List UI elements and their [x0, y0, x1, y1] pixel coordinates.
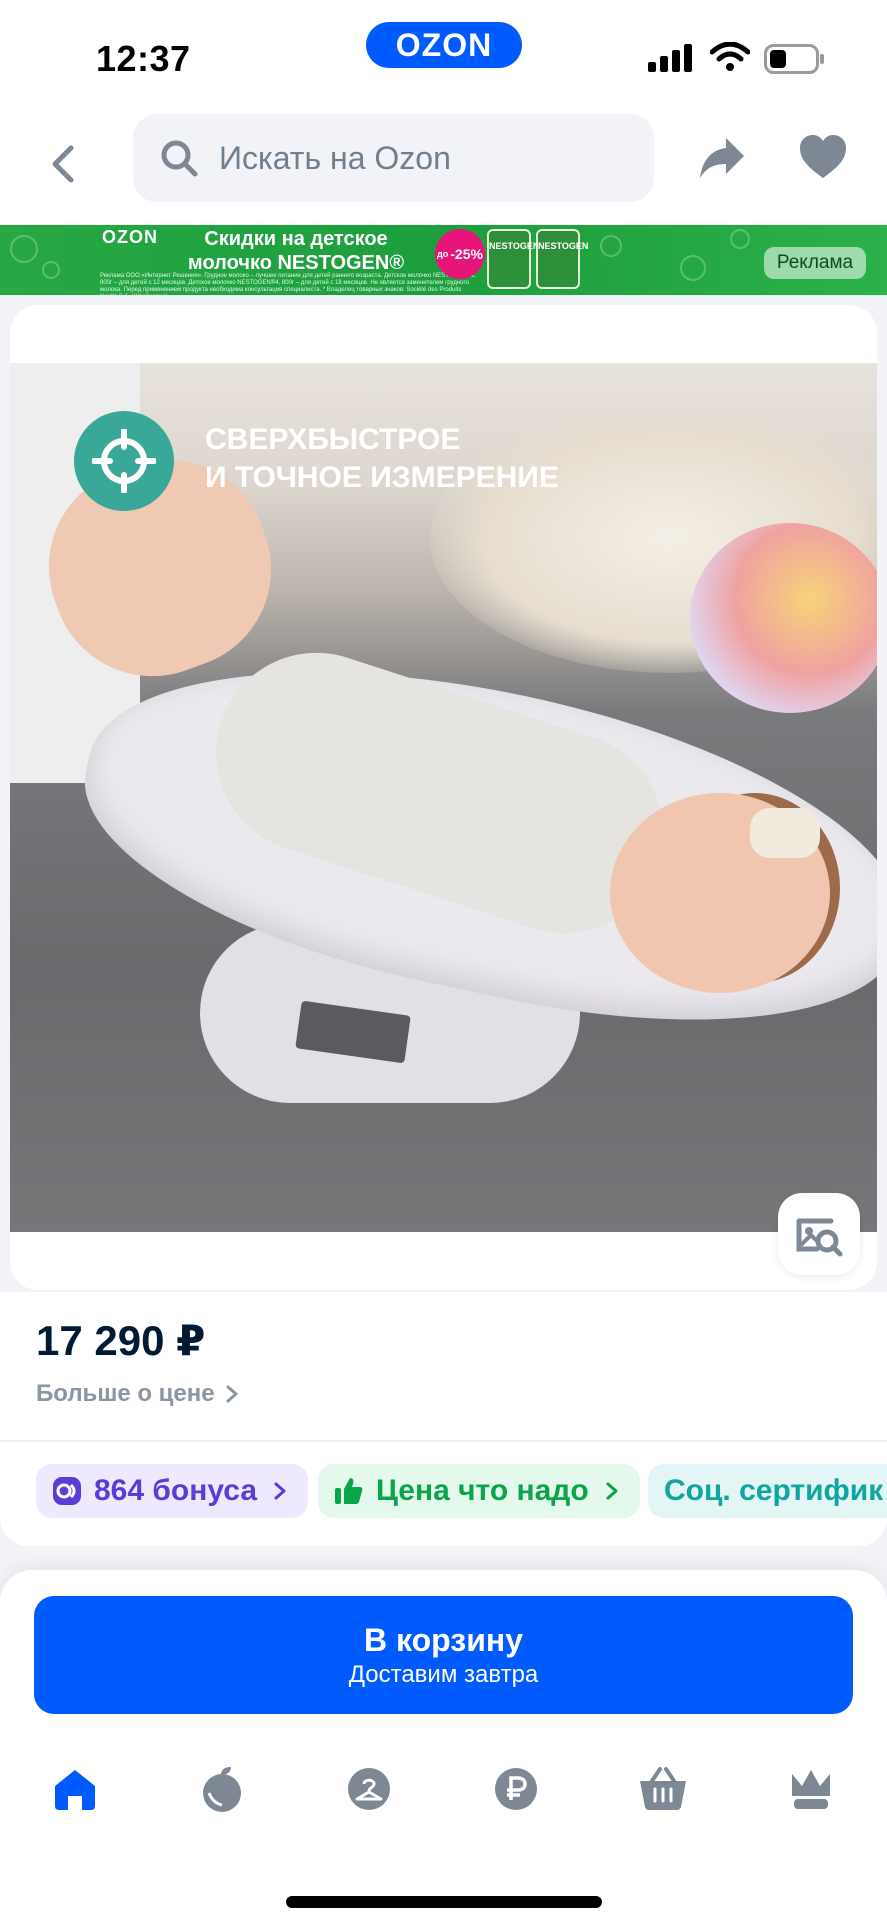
banner-discount-prefix: до — [437, 249, 449, 259]
battery-icon — [764, 44, 824, 74]
social-certificate-chip[interactable]: Соц. сертифик — [648, 1464, 887, 1518]
tab-bar — [0, 1754, 887, 1834]
add-to-cart-button[interactable]: В корзину Доставим завтра — [34, 1596, 853, 1714]
status-time: 12:37 — [96, 38, 191, 79]
decor-circle — [730, 229, 750, 249]
banner-discount-badge: до -25% — [435, 229, 485, 279]
bonus-label: 864 бонуса — [94, 1474, 258, 1507]
price-section: 17 290 ₽ Больше о цене — [0, 1292, 887, 1442]
search-input[interactable] — [219, 139, 639, 177]
feature-caption-line: И ТОЧНОЕ ИЗМЕРЕНИЕ — [205, 461, 559, 494]
feature-caption-line: СВЕРХБЫСТРОЕ — [205, 423, 461, 456]
banner-logo: OZON — [102, 227, 158, 247]
banner-discount-value: -25% — [450, 246, 483, 262]
add-to-cart-label: В корзину — [364, 1622, 523, 1658]
fresh-icon — [203, 1767, 241, 1812]
back-button[interactable] — [38, 134, 88, 194]
search-bar[interactable] — [133, 114, 654, 202]
home-indicator — [286, 1896, 602, 1908]
bottom-panel: В корзину Доставим завтра — [0, 1570, 887, 1920]
banner-title: Скидки на детское молочко NESTOGEN® — [187, 228, 405, 274]
price-details-link[interactable]: Больше о цене — [36, 1380, 239, 1408]
tab-catalog[interactable] — [334, 1754, 404, 1824]
image-search-button[interactable] — [778, 1193, 860, 1275]
decor-circle — [10, 235, 38, 263]
catalog-icon — [348, 1768, 390, 1810]
price-details-label: Больше о цене — [36, 1380, 215, 1407]
home-icon — [55, 1770, 95, 1810]
feature-badge — [74, 411, 174, 511]
chevron-right-icon — [226, 1385, 238, 1403]
tab-fresh[interactable] — [187, 1754, 257, 1824]
wifi-icon — [710, 42, 750, 71]
chevron-left-icon — [52, 145, 74, 183]
crown-icon — [792, 1770, 830, 1809]
social-certificate-label: Соц. сертифик — [664, 1474, 884, 1507]
ozon-logo[interactable]: OZON — [366, 22, 522, 68]
ad-label: Реклама — [764, 247, 866, 279]
tab-profile[interactable] — [776, 1754, 846, 1824]
top-navigation — [0, 108, 887, 224]
banner-product-pack: NESTOGEN — [487, 229, 539, 289]
bonus-icon — [53, 1477, 81, 1505]
decor-circle — [42, 261, 60, 279]
decor-circle — [680, 255, 706, 281]
share-icon[interactable] — [696, 132, 748, 184]
image-search-icon — [796, 1218, 843, 1257]
banner-fine-print: Реклама ООО «Интернет Решения». Грудное … — [100, 273, 476, 295]
chevron-right-icon — [274, 1482, 286, 1500]
signal-icon — [648, 44, 692, 72]
ad-banner[interactable]: OZON Скидки на детское молочко NESTOGEN®… — [0, 225, 887, 295]
heart-icon[interactable] — [798, 132, 848, 184]
bonus-chip[interactable]: 864 бонуса — [36, 1464, 308, 1518]
good-price-label: Цена что надо — [376, 1474, 589, 1507]
ruble-icon — [495, 1768, 537, 1810]
basket-icon — [640, 1767, 686, 1810]
photo-toy — [690, 523, 877, 713]
photo-bow — [750, 808, 820, 858]
decor-circle — [600, 235, 622, 257]
crosshair-icon — [92, 429, 156, 493]
badges-row: 864 бонуса Цена что надо Соц. сертифик — [0, 1440, 887, 1546]
product-price: 17 290 ₽ — [36, 1317, 206, 1364]
feature-caption: СВЕРХБЫСТРОЕ И ТОЧНОЕ ИЗМЕРЕНИЕ — [205, 421, 559, 497]
product-photo[interactable]: СВЕРХБЫСТРОЕ И ТОЧНОЕ ИЗМЕРЕНИЕ — [10, 363, 877, 1232]
banner-product-pack: NESTOGEN — [536, 229, 588, 289]
good-price-chip[interactable]: Цена что надо — [318, 1464, 640, 1518]
delivery-label: Доставим завтра — [348, 1661, 539, 1688]
search-icon — [161, 140, 198, 177]
tab-finance[interactable] — [481, 1754, 551, 1824]
thumbs-up-icon — [335, 1478, 363, 1504]
tab-cart[interactable] — [628, 1754, 698, 1824]
chevron-right-icon — [606, 1482, 618, 1500]
tab-home[interactable] — [40, 1754, 110, 1824]
status-bar: 12:37 OZON — [0, 0, 887, 108]
